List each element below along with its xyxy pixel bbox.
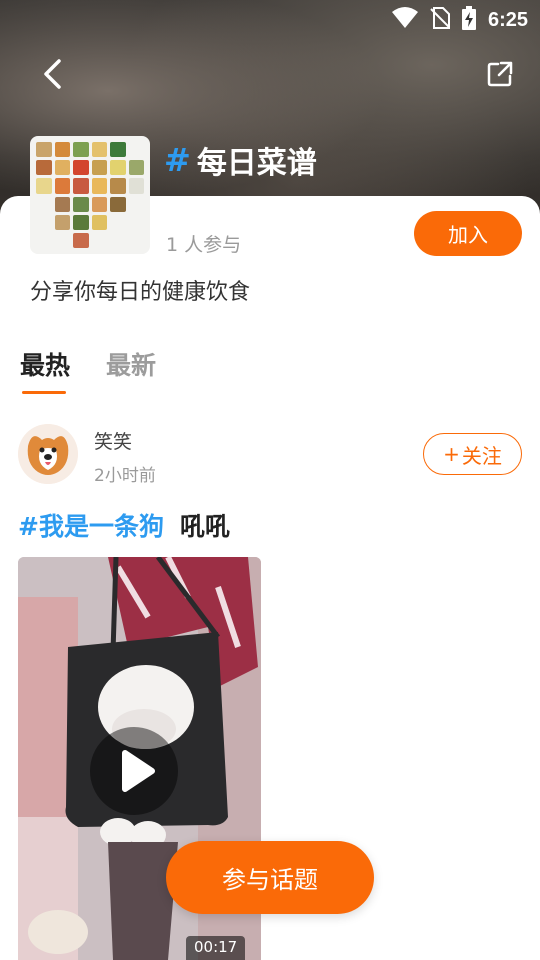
play-icon — [122, 750, 155, 792]
status-bar: 6:25 — [0, 0, 540, 38]
post-timestamp: 2小时前 — [94, 466, 156, 486]
author-name[interactable]: 笑笑 — [94, 427, 132, 454]
post-text: #我是一条狗 吼吼 — [18, 507, 230, 543]
follow-button[interactable]: + 关注 — [423, 433, 522, 475]
video-duration: 00:17 — [186, 936, 246, 960]
topic-hash: # — [164, 141, 191, 179]
follow-label: 关注 — [461, 443, 502, 468]
post-hashtag-link[interactable]: #我是一条狗 — [18, 507, 164, 543]
topic-cover-image — [30, 136, 150, 254]
tab-hottest[interactable]: 最热 — [20, 346, 71, 394]
sort-tabs: 最热 最新 — [20, 346, 156, 394]
active-tab-indicator — [22, 391, 66, 394]
back-button[interactable] — [36, 56, 72, 92]
battery-charging-icon — [461, 6, 476, 34]
dog-avatar-icon — [18, 424, 78, 484]
back-arrow-icon — [44, 59, 61, 89]
topic-title-text: 每日菜谱 — [196, 146, 317, 181]
wifi-icon — [391, 7, 418, 33]
play-button[interactable] — [90, 727, 178, 815]
post-body: 吼吼 — [179, 512, 230, 541]
topic-description: 分享你每日的健康饮食 — [30, 280, 251, 305]
share-button[interactable] — [484, 58, 516, 90]
join-topic-fab[interactable]: 参与话题 — [166, 841, 374, 914]
tab-newest[interactable]: 最新 — [106, 346, 156, 382]
no-sim-icon — [430, 7, 451, 33]
participant-count: 1 人参与 — [166, 234, 242, 256]
status-time: 6:25 — [487, 8, 528, 31]
tab-hottest-label: 最热 — [20, 351, 71, 380]
join-button[interactable]: 加入 — [414, 211, 522, 256]
share-icon — [487, 61, 513, 87]
tab-newest-label: 最新 — [106, 351, 157, 380]
topic-title: # 每日菜谱 — [164, 138, 317, 182]
author-avatar[interactable] — [18, 424, 78, 484]
plus-icon: + — [443, 442, 460, 466]
